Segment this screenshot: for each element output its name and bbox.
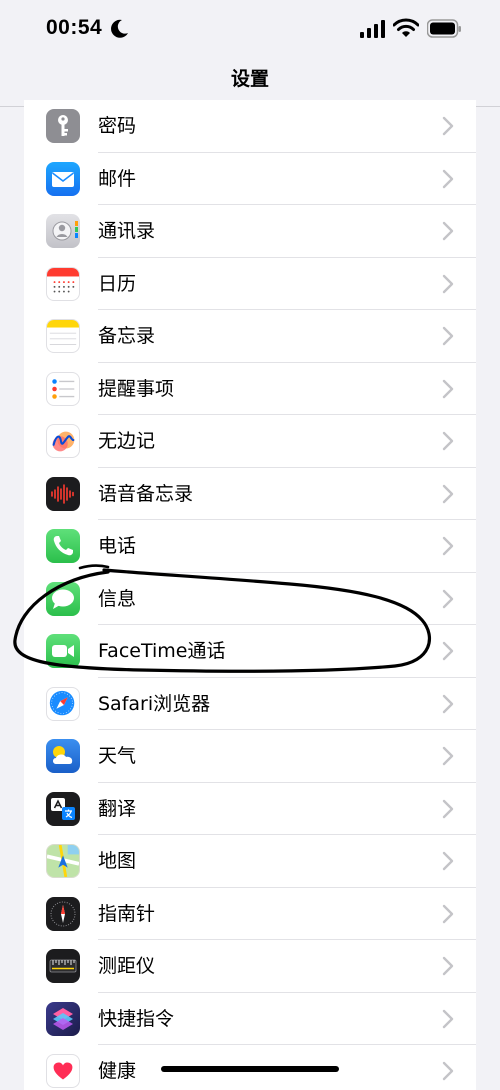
settings-row-label: 健康 bbox=[98, 1060, 137, 1082]
settings-row-safari[interactable]: Safari浏览器 bbox=[24, 678, 476, 730]
settings-row-label: 快捷指令 bbox=[98, 1007, 175, 1030]
settings-row-label: 邮件 bbox=[98, 167, 137, 190]
status-time: 00:54 bbox=[46, 16, 103, 39]
settings-row-shortcuts[interactable]: 快捷指令 bbox=[24, 993, 476, 1045]
chevron-right-icon bbox=[442, 694, 454, 713]
settings-row-label: 电话 bbox=[98, 535, 137, 557]
settings-row-label: 通讯录 bbox=[98, 220, 156, 242]
settings-row-label: 地图 bbox=[98, 850, 137, 872]
settings-row-label: 指南针 bbox=[98, 902, 156, 925]
chevron-right-icon bbox=[442, 169, 454, 188]
key-icon bbox=[46, 109, 80, 143]
settings-row-label: 测距仪 bbox=[98, 955, 156, 977]
chevron-right-icon bbox=[442, 484, 454, 503]
settings-row-phone[interactable]: 电话 bbox=[24, 520, 476, 573]
notes-icon bbox=[46, 319, 80, 353]
cellular-signal-icon bbox=[360, 20, 385, 38]
chevron-right-icon bbox=[442, 116, 454, 136]
chevron-right-icon bbox=[442, 1009, 454, 1028]
translate-icon bbox=[46, 791, 80, 826]
contacts-icon bbox=[46, 214, 80, 248]
settings-row-label: FaceTime通话 bbox=[98, 640, 226, 662]
settings-row-translate[interactable]: 翻译 bbox=[24, 783, 476, 835]
phone-icon bbox=[46, 529, 80, 563]
settings-row-label: 天气 bbox=[98, 745, 137, 767]
moon-icon bbox=[111, 19, 128, 38]
page-title: 设置 bbox=[230, 68, 269, 90]
safari-icon bbox=[46, 686, 80, 721]
settings-row-mail[interactable]: 邮件 bbox=[24, 153, 476, 205]
settings-row-weather[interactable]: 天气 bbox=[24, 730, 476, 783]
chevron-right-icon bbox=[442, 799, 454, 818]
messages-icon bbox=[46, 581, 80, 616]
health-icon bbox=[46, 1054, 80, 1088]
settings-row-label: 翻译 bbox=[98, 797, 137, 820]
settings-row-label: 备忘录 bbox=[98, 325, 156, 347]
settings-row-label: 提醒事项 bbox=[98, 377, 175, 400]
freeform-icon bbox=[46, 424, 80, 458]
chevron-right-icon bbox=[442, 641, 454, 661]
wifi-icon bbox=[393, 18, 419, 37]
battery-icon bbox=[427, 19, 461, 38]
compass-icon bbox=[46, 896, 80, 931]
reminders-icon bbox=[46, 371, 80, 406]
settings-row-label: 密码 bbox=[98, 115, 137, 137]
settings-row-voice-memos[interactable]: 语音备忘录 bbox=[24, 468, 476, 520]
settings-row-notes[interactable]: 备忘录 bbox=[24, 310, 476, 363]
status-bar: 00:54 bbox=[0, 0, 500, 60]
chevron-right-icon bbox=[442, 904, 454, 923]
settings-row-label: 语音备忘录 bbox=[98, 482, 194, 505]
weather-icon bbox=[46, 739, 80, 773]
settings-row-messages[interactable]: 信息 bbox=[24, 573, 476, 625]
chevron-right-icon bbox=[442, 274, 454, 293]
chevron-right-icon bbox=[442, 746, 454, 766]
settings-row-maps[interactable]: 地图 bbox=[24, 835, 476, 888]
settings-row-label: Safari浏览器 bbox=[98, 692, 211, 715]
settings-row-facetime[interactable]: FaceTime通话 bbox=[24, 625, 476, 678]
chevron-right-icon bbox=[442, 221, 454, 241]
chevron-right-icon bbox=[442, 379, 454, 398]
chevron-right-icon bbox=[442, 326, 454, 346]
maps-icon bbox=[46, 844, 80, 878]
chevron-right-icon bbox=[442, 851, 454, 871]
chevron-right-icon bbox=[442, 431, 454, 451]
settings-row-compass[interactable]: 指南针 bbox=[24, 888, 476, 940]
calendar-icon bbox=[46, 266, 80, 301]
chevron-right-icon bbox=[442, 956, 454, 976]
mail-icon bbox=[46, 161, 80, 196]
shortcuts-icon bbox=[46, 1001, 80, 1036]
settings-row-calendar[interactable]: 日历 bbox=[24, 258, 476, 310]
measure-icon bbox=[46, 949, 80, 983]
voice-memos-icon bbox=[46, 476, 80, 511]
settings-row-label: 日历 bbox=[98, 272, 137, 295]
settings-row-passwords[interactable]: 密码 bbox=[24, 100, 476, 153]
chevron-right-icon bbox=[442, 589, 454, 608]
chevron-right-icon bbox=[442, 536, 454, 556]
settings-row-freeform[interactable]: 无边记 bbox=[24, 415, 476, 468]
settings-row-reminders[interactable]: 提醒事项 bbox=[24, 363, 476, 415]
settings-row-measure[interactable]: 测距仪 bbox=[24, 940, 476, 993]
home-indicator[interactable] bbox=[161, 1066, 339, 1072]
facetime-icon bbox=[46, 634, 80, 668]
chevron-right-icon bbox=[442, 1061, 454, 1081]
settings-row-label: 无边记 bbox=[98, 430, 156, 452]
settings-row-contacts[interactable]: 通讯录 bbox=[24, 205, 476, 258]
settings-list: 密码 邮件 通讯录 日历 备忘录 提醒事项 无边记 语音备忘录 电话 信息 Fa… bbox=[24, 100, 476, 1090]
settings-row-label: 信息 bbox=[98, 587, 137, 610]
